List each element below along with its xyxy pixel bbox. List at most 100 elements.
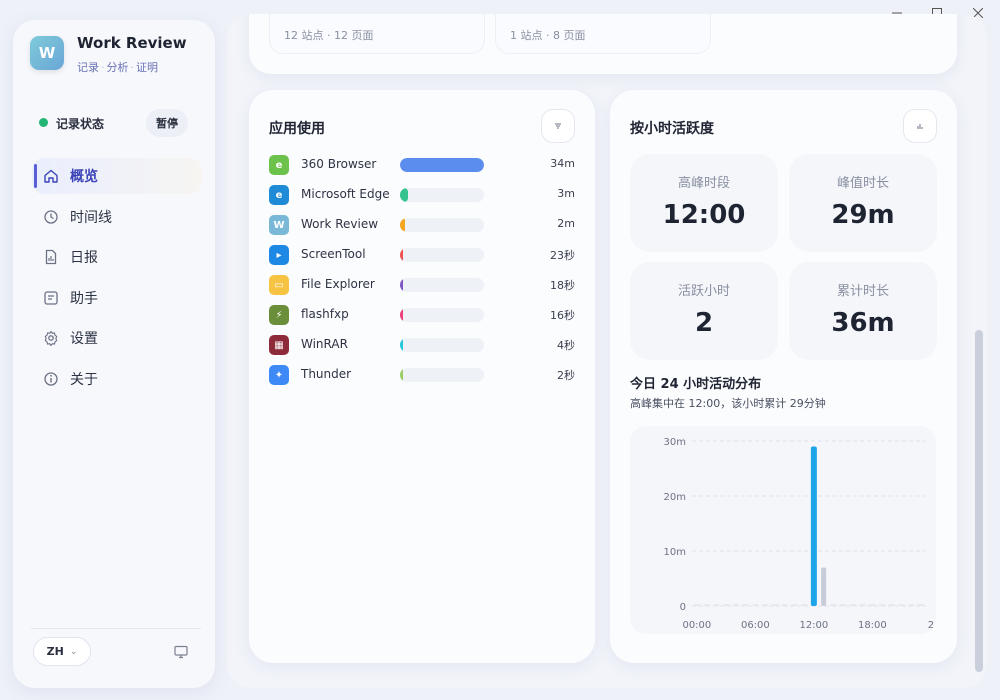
- sidebar-item-overview[interactable]: 概览: [32, 158, 202, 194]
- usage-bar-track: [400, 308, 484, 322]
- main-content: 12 站点 · 12 页面 1 站点 · 8 页面 应用使用 e 360 Brow…: [227, 14, 987, 688]
- sort-button[interactable]: [541, 109, 575, 143]
- report-icon: [42, 248, 60, 266]
- app-icon: ✦: [269, 365, 289, 385]
- sidebar-item-label: 日报: [70, 250, 98, 266]
- hour-bar: [771, 604, 778, 606]
- chevron-down-icon: ⌄: [69, 646, 78, 657]
- stat-value: 29m: [831, 200, 895, 230]
- stat-label: 累计时长: [836, 284, 889, 299]
- usage-bar-track: [400, 278, 484, 292]
- x-tick-label: 06:00: [741, 620, 770, 631]
- app-usage-row[interactable]: ▦ WinRAR 4秒: [269, 334, 575, 356]
- app-icon: ▭: [269, 275, 289, 295]
- usage-bar-fill: [400, 248, 403, 262]
- app-logo: W: [30, 36, 64, 70]
- usage-bar-fill: [400, 188, 408, 202]
- hour-bar: [859, 604, 866, 606]
- stat-label: 峰值时长: [836, 176, 889, 191]
- sidebar-item-report[interactable]: 日报: [32, 239, 202, 275]
- app-usage-row[interactable]: ▭ File Explorer 18秒: [269, 274, 575, 296]
- usage-bar-track: [400, 218, 484, 232]
- hour-bar: [879, 604, 886, 606]
- usage-bar-fill: [400, 308, 403, 322]
- sidebar-item-assistant[interactable]: 助手: [32, 280, 202, 316]
- hour-bar: [821, 567, 827, 606]
- stat-value: 36m: [831, 308, 895, 338]
- app-usage-row[interactable]: ✦ Thunder 2秒: [269, 364, 575, 386]
- hour-bar: [810, 446, 817, 606]
- app-duration: 16秒: [550, 309, 575, 322]
- hour-bar: [918, 604, 925, 606]
- usage-bar-track: [400, 188, 484, 202]
- app-title: Work Review: [77, 34, 187, 52]
- sidebar-item-about[interactable]: 关于: [32, 361, 202, 397]
- clock-icon: [42, 208, 60, 226]
- y-tick-label: 20m: [664, 492, 686, 503]
- app-icon: ▦: [269, 335, 289, 355]
- usage-bar-fill: [400, 158, 484, 172]
- hour-bar: [703, 604, 710, 606]
- chart-toggle-button[interactable]: [903, 109, 937, 143]
- app-icon: ▸: [269, 245, 289, 265]
- y-tick-label: 10m: [664, 547, 686, 558]
- sidebar-item-label: 关于: [70, 371, 98, 388]
- hour-bar: [781, 604, 788, 606]
- x-tick-label: 18:00: [858, 620, 887, 631]
- scrollbar-thumb[interactable]: [975, 330, 983, 672]
- app-duration: 2秒: [557, 369, 575, 382]
- app-icon: e: [269, 185, 289, 205]
- distribution-subtitle: 高峰集中在 12:00，该小时累计 29分钟: [630, 397, 826, 410]
- app-name: Microsoft Edge: [301, 187, 390, 201]
- app-duration: 23秒: [550, 249, 575, 262]
- stat-value: 2: [694, 308, 714, 338]
- app-name: 360 Browser: [301, 157, 377, 171]
- app-name: File Explorer: [301, 277, 375, 291]
- language-selector[interactable]: ZH ⌄: [33, 637, 91, 666]
- app-usage-row[interactable]: e 360 Browser 34m: [269, 154, 575, 176]
- usage-bar-fill: [400, 218, 406, 232]
- stat-label: 高峰时段: [677, 176, 730, 191]
- recording-status-dot: [39, 118, 48, 127]
- sidebar-item-label: 时间线: [70, 209, 112, 226]
- app-icon: e: [269, 155, 289, 175]
- app-usage-card: 应用使用 e 360 Browser 34m e Microsoft Edge 3m W Wo…: [249, 90, 595, 663]
- site-stat-card: 12 站点 · 12 页面: [269, 14, 485, 54]
- y-tick-label: 30m: [664, 437, 686, 448]
- app-icon: W: [269, 215, 289, 235]
- usage-bar-track: [400, 368, 484, 382]
- app-usage-row[interactable]: ⚡ flashfxp 16秒: [269, 304, 575, 326]
- hour-bar: [791, 604, 798, 606]
- site-stat-text: 1 站点 · 8 页面: [510, 29, 586, 42]
- app-duration: 2m: [557, 217, 575, 230]
- sidebar: W Work Review 记录 · 分析 · 证明 记录状态 暂停 概览 时间线 日报: [13, 20, 215, 688]
- pause-button[interactable]: 暂停: [146, 109, 188, 137]
- distribution-title: 今日 24 小时活动分布: [630, 377, 762, 392]
- website-summary-card: 12 站点 · 12 页面 1 站点 · 8 页面: [249, 14, 957, 74]
- gear-icon: [42, 329, 60, 347]
- hour-bar: [732, 604, 739, 606]
- hour-bar: [898, 604, 905, 606]
- sidebar-item-label: 助手: [70, 290, 98, 307]
- sidebar-nav: 概览 时间线 日报 助手 设置 关于: [32, 158, 202, 401]
- x-tick-label: 00:00: [682, 620, 711, 631]
- hour-bar: [908, 604, 915, 606]
- hour-bar: [830, 604, 837, 606]
- monitor-button[interactable]: [171, 642, 191, 662]
- hour-bar: [742, 604, 749, 606]
- sidebar-item-timeline[interactable]: 时间线: [32, 199, 202, 235]
- app-usage-row[interactable]: e Microsoft Edge 3m: [269, 184, 575, 206]
- stat-peak-hour: 高峰时段 12:00: [630, 154, 778, 252]
- hour-bar: [869, 604, 876, 606]
- app-icon: ⚡: [269, 305, 289, 325]
- app-duration: 18秒: [550, 279, 575, 292]
- hour-bar: [693, 604, 700, 606]
- hour-bar: [888, 604, 895, 606]
- app-usage-row[interactable]: ▸ ScreenTool 23秒: [269, 244, 575, 266]
- app-name: WinRAR: [301, 337, 348, 351]
- sidebar-item-settings[interactable]: 设置: [32, 320, 202, 356]
- info-icon: [42, 370, 60, 388]
- assistant-icon: [42, 289, 60, 307]
- stat-label: 活跃小时: [677, 284, 730, 299]
- app-usage-row[interactable]: W Work Review 2m: [269, 214, 575, 236]
